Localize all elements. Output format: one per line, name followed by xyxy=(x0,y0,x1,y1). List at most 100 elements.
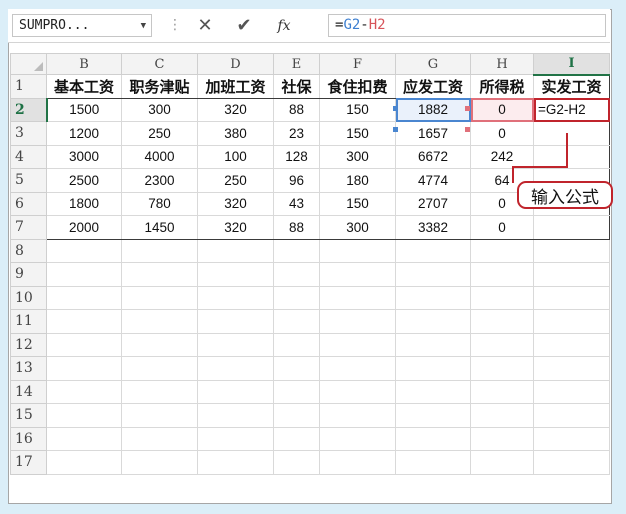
table-cell[interactable] xyxy=(533,215,610,240)
empty-cell[interactable] xyxy=(395,238,471,263)
table-cell[interactable]: 780 xyxy=(121,191,198,216)
row-header-7[interactable]: 7 xyxy=(10,215,47,240)
table-cell[interactable]: 3000 xyxy=(46,144,122,169)
table-cell[interactable]: 2707 xyxy=(395,191,471,216)
empty-cell[interactable] xyxy=(395,450,471,475)
empty-cell[interactable] xyxy=(319,426,396,451)
cancel-icon[interactable]: ✕ xyxy=(191,14,219,37)
empty-cell[interactable] xyxy=(46,403,122,428)
empty-cell[interactable] xyxy=(197,379,274,404)
table-cell[interactable]: 1657 xyxy=(395,121,471,146)
empty-cell[interactable] xyxy=(273,450,320,475)
table-cell[interactable]: 43 xyxy=(273,191,320,216)
table-cell[interactable]: 1450 xyxy=(121,215,198,240)
empty-cell[interactable] xyxy=(533,285,610,310)
table-cell[interactable]: 180 xyxy=(319,168,396,193)
ref-h2-handle[interactable] xyxy=(465,106,470,111)
empty-cell[interactable] xyxy=(319,403,396,428)
empty-cell[interactable] xyxy=(319,309,396,334)
empty-cell[interactable] xyxy=(395,426,471,451)
empty-cell[interactable] xyxy=(470,332,534,357)
table-cell[interactable]: 1800 xyxy=(46,191,122,216)
row-header-11[interactable]: 11 xyxy=(10,309,47,334)
column-header-b[interactable]: B xyxy=(46,53,122,75)
empty-cell[interactable] xyxy=(46,309,122,334)
empty-cell[interactable] xyxy=(319,356,396,381)
row-header-5[interactable]: 5 xyxy=(10,168,47,193)
empty-cell[interactable] xyxy=(121,238,198,263)
table-cell[interactable]: 2300 xyxy=(121,168,198,193)
row-header-10[interactable]: 10 xyxy=(10,285,47,310)
empty-cell[interactable] xyxy=(319,238,396,263)
active-cell-i2[interactable]: =G2-H2 xyxy=(533,97,610,122)
header-cell-base-salary[interactable]: 基本工资 xyxy=(46,74,122,99)
enter-check-icon[interactable]: ✔ xyxy=(230,14,258,37)
table-cell-ref-h2[interactable]: 0 xyxy=(470,97,534,122)
table-cell[interactable] xyxy=(533,121,610,146)
empty-cell[interactable] xyxy=(197,332,274,357)
empty-cell[interactable] xyxy=(533,426,610,451)
table-cell[interactable]: 128 xyxy=(273,144,320,169)
table-cell[interactable]: 300 xyxy=(121,97,198,122)
table-cell[interactable]: 300 xyxy=(319,144,396,169)
empty-cell[interactable] xyxy=(46,262,122,287)
empty-cell[interactable] xyxy=(533,403,610,428)
header-cell-allowance[interactable]: 职务津贴 xyxy=(121,74,198,99)
empty-cell[interactable] xyxy=(533,309,610,334)
table-cell[interactable]: 100 xyxy=(197,144,274,169)
empty-cell[interactable] xyxy=(533,450,610,475)
table-cell[interactable] xyxy=(533,144,610,169)
header-cell-social-security[interactable]: 社保 xyxy=(273,74,320,99)
empty-cell[interactable] xyxy=(273,332,320,357)
empty-cell[interactable] xyxy=(273,262,320,287)
table-cell[interactable]: 250 xyxy=(121,121,198,146)
select-all-corner[interactable] xyxy=(10,53,47,75)
empty-cell[interactable] xyxy=(395,309,471,334)
table-cell[interactable]: 88 xyxy=(273,215,320,240)
empty-cell[interactable] xyxy=(273,309,320,334)
table-cell[interactable]: 88 xyxy=(273,97,320,122)
empty-cell[interactable] xyxy=(319,332,396,357)
row-header-8[interactable]: 8 xyxy=(10,238,47,263)
empty-cell[interactable] xyxy=(395,285,471,310)
empty-cell[interactable] xyxy=(395,262,471,287)
empty-cell[interactable] xyxy=(197,450,274,475)
empty-cell[interactable] xyxy=(121,426,198,451)
table-cell[interactable]: 23 xyxy=(273,121,320,146)
column-header-h[interactable]: H xyxy=(470,53,534,75)
empty-cell[interactable] xyxy=(319,262,396,287)
column-header-i[interactable]: I xyxy=(533,53,610,76)
empty-cell[interactable] xyxy=(273,403,320,428)
empty-cell[interactable] xyxy=(121,285,198,310)
ref-g2-handle[interactable] xyxy=(393,106,398,111)
table-cell[interactable]: 242 xyxy=(470,144,534,169)
row-header-2[interactable]: 2 xyxy=(10,97,48,122)
row-header-9[interactable]: 9 xyxy=(10,262,47,287)
chevron-down-icon[interactable]: ▼ xyxy=(141,21,146,31)
column-header-d[interactable]: D xyxy=(197,53,274,75)
table-cell[interactable]: 6672 xyxy=(395,144,471,169)
row-header-17[interactable]: 17 xyxy=(10,450,47,475)
table-cell-ref-g2[interactable]: 1882 xyxy=(395,97,471,122)
row-header-15[interactable]: 15 xyxy=(10,403,47,428)
empty-cell[interactable] xyxy=(470,356,534,381)
empty-cell[interactable] xyxy=(533,238,610,263)
header-cell-net-pay[interactable]: 实发工资 xyxy=(533,74,610,99)
empty-cell[interactable] xyxy=(470,426,534,451)
empty-cell[interactable] xyxy=(319,285,396,310)
empty-cell[interactable] xyxy=(470,262,534,287)
row-header-12[interactable]: 12 xyxy=(10,332,47,357)
row-header-13[interactable]: 13 xyxy=(10,356,47,381)
empty-cell[interactable] xyxy=(273,238,320,263)
empty-cell[interactable] xyxy=(46,426,122,451)
empty-cell[interactable] xyxy=(197,238,274,263)
empty-cell[interactable] xyxy=(273,426,320,451)
drag-handle-icon[interactable]: ⋮ xyxy=(168,17,182,33)
empty-cell[interactable] xyxy=(319,379,396,404)
table-cell[interactable]: 1200 xyxy=(46,121,122,146)
name-box[interactable]: SUMPRO... ▼ xyxy=(12,14,152,37)
empty-cell[interactable] xyxy=(46,285,122,310)
empty-cell[interactable] xyxy=(121,379,198,404)
empty-cell[interactable] xyxy=(533,332,610,357)
empty-cell[interactable] xyxy=(46,238,122,263)
